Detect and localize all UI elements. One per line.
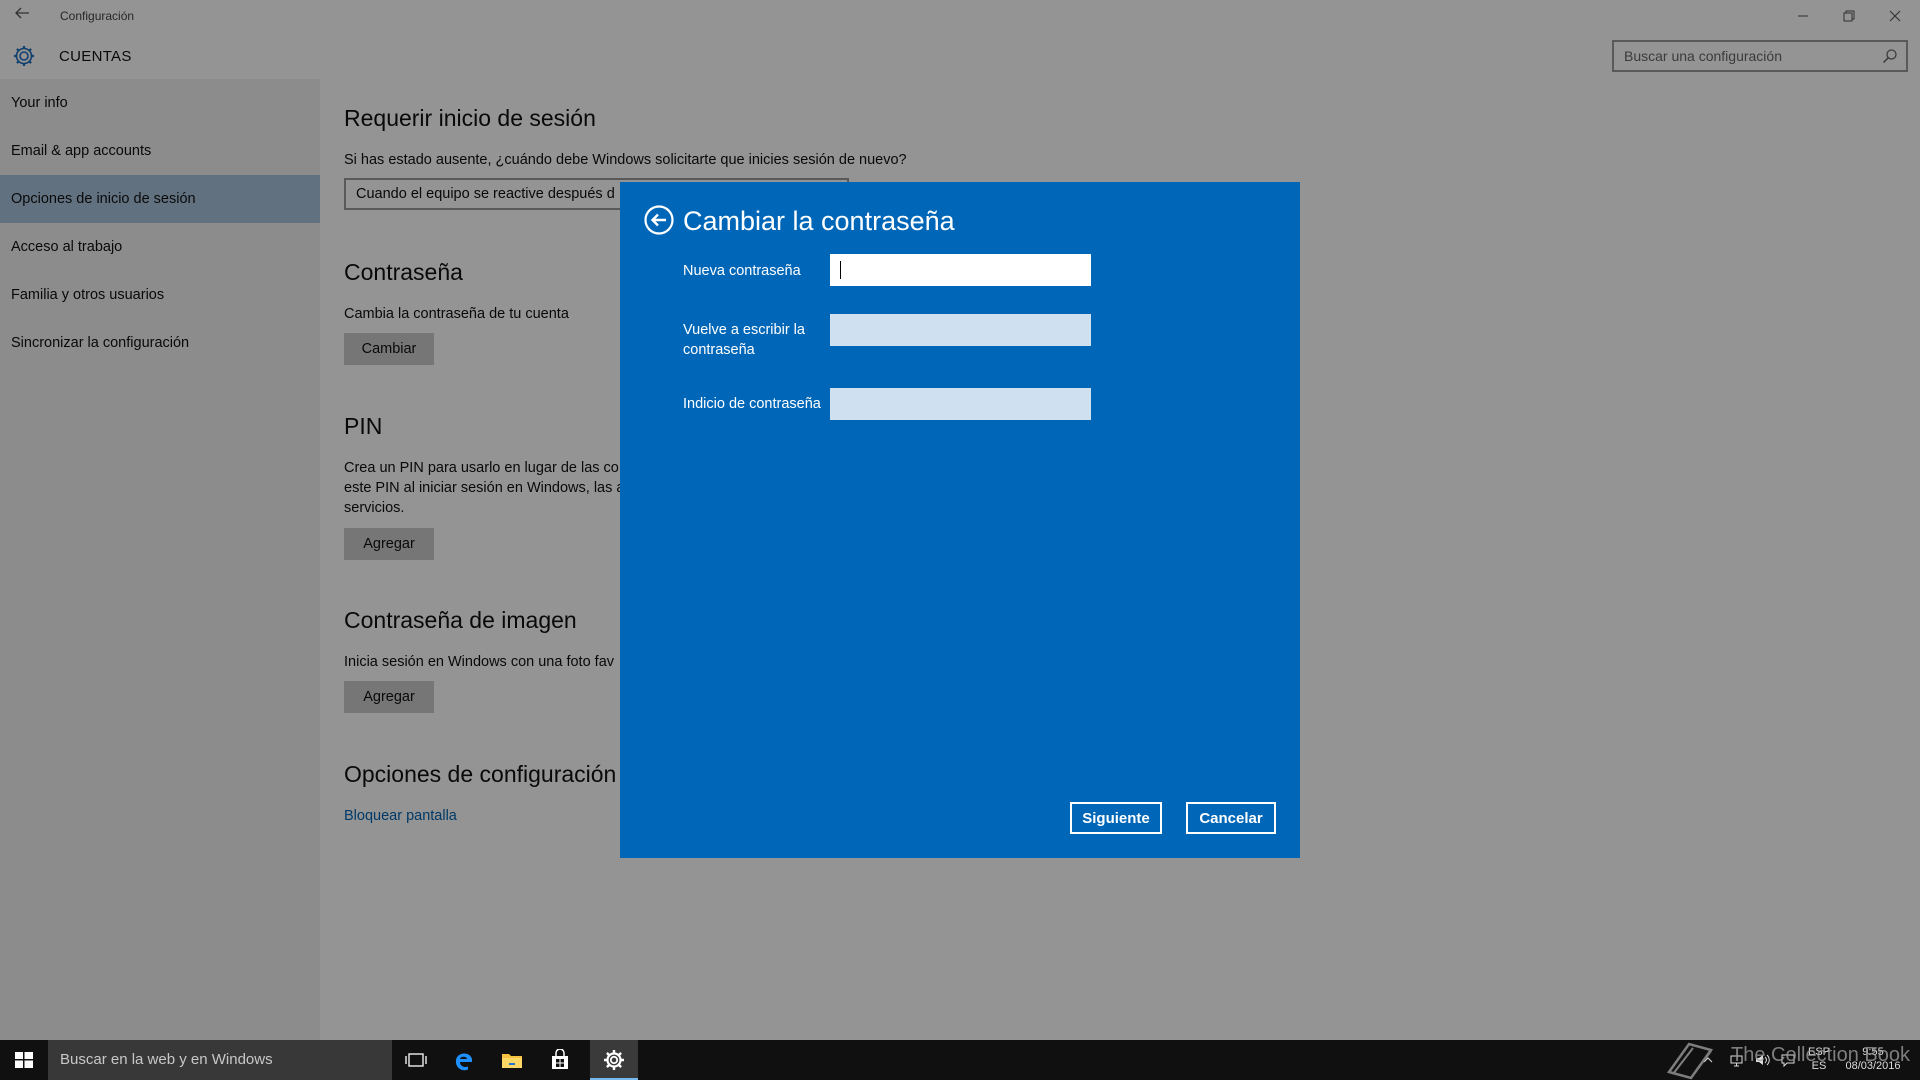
password-hint-field[interactable] [830,388,1091,420]
task-view-icon[interactable] [392,1040,440,1080]
watermark-text: The Collection Book [1731,1044,1910,1066]
next-button[interactable]: Siguiente [1070,802,1162,834]
book-logo-icon [1666,1042,1714,1080]
new-password-label: Nueva contraseña [683,263,801,279]
change-password-dialog: Cambiar la contraseña Nueva contraseña V… [620,182,1300,858]
confirm-password-field[interactable] [830,314,1091,346]
store-icon[interactable] [536,1040,584,1080]
new-password-field[interactable] [830,254,1091,286]
password-hint-label: Indicio de contraseña [683,396,821,412]
taskbar-search-box[interactable]: Buscar en la web y en Windows [48,1040,392,1080]
taskbar: Buscar en la web y en Windows ESP ES 9:5… [0,1040,1920,1080]
back-circle-icon[interactable] [643,204,675,236]
text-caret [840,261,841,279]
file-explorer-icon[interactable] [488,1040,536,1080]
watermark: The Collection Book [1665,1032,1915,1080]
cancel-button[interactable]: Cancelar [1186,802,1276,834]
dialog-title: Cambiar la contraseña [683,206,955,236]
edge-browser-icon[interactable] [440,1040,488,1080]
settings-app-icon[interactable] [590,1040,638,1080]
windows-start-icon[interactable] [0,1040,48,1080]
confirm-password-label: Vuelve a escribir la contraseña [683,322,805,358]
